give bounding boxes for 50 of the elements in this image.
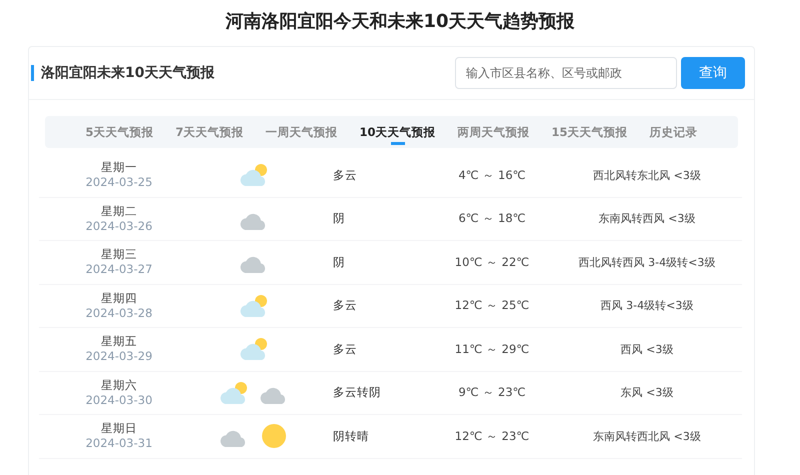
weather-text: 多云 <box>333 342 357 356</box>
temperature-range: 12℃ ～ 25℃ <box>454 298 530 312</box>
forecast-tab[interactable]: 历史记录 <box>642 116 706 148</box>
wind-text: 西北风转东北风 <3级 <box>593 168 701 182</box>
date: 2024-03-26 <box>86 218 152 234</box>
wind-text: 西北风转西风 3-4级转<3级 <box>578 256 716 269</box>
sun-behind-cloud-icon <box>239 292 269 319</box>
temperature-range: 6℃ ～ 18℃ <box>458 211 526 226</box>
temperature-range: 11℃ ～ 29℃ <box>454 342 530 356</box>
forecast-tab[interactable]: 7天天气预报 <box>167 116 252 148</box>
sun-behind-cloud-icon <box>239 162 269 188</box>
weather-text: 多云转阴 <box>333 385 381 400</box>
wind-text: 东风 <3级 <box>620 386 674 400</box>
date: 2024-03-28 <box>86 306 152 321</box>
weekday: 星期五 <box>101 334 137 350</box>
forecast-tab[interactable]: 两周天气预报 <box>450 116 538 148</box>
card-title: 洛阳宜阳未来10天天气预报 <box>31 65 214 81</box>
sun-behind-cloud-icon <box>239 336 269 362</box>
weekday: 星期六 <box>101 378 137 393</box>
wind-text: 西风 <3级 <box>620 342 674 356</box>
sun-icon <box>259 423 289 450</box>
temperature-range: 12℃ ～ 23℃ <box>454 428 530 443</box>
date: 2024-03-25 <box>86 175 152 190</box>
forecast-tab[interactable]: 5天天气预报 <box>77 116 162 148</box>
wind-text: 东南风转西风 <3级 <box>598 212 696 226</box>
weather-text: 阴 <box>333 254 345 269</box>
weekday: 星期二 <box>101 204 137 219</box>
wind-text: 东南风转西北风 <3级 <box>593 430 701 443</box>
weekday: 星期一 <box>101 160 137 176</box>
date: 2024-03-30 <box>86 392 152 408</box>
date: 2024-03-27 <box>86 262 152 278</box>
wind-text: 西风 3-4级转<3级 <box>600 299 694 312</box>
weather-text: 阴 <box>333 211 345 226</box>
weather-text: 多云 <box>333 298 357 312</box>
weather-text: 多云 <box>333 168 357 182</box>
temperature-range: 4℃ ～ 16℃ <box>458 168 526 182</box>
weekday: 星期三 <box>101 247 137 262</box>
weekday: 星期四 <box>101 290 137 306</box>
temperature-range: 9℃ ～ 23℃ <box>458 385 526 400</box>
weather-text: 阴转晴 <box>333 428 369 443</box>
forecast-tab[interactable]: 一周天气预报 <box>258 116 346 148</box>
search-field[interactable]: 输入市区县名称、区号或邮政 <box>455 57 677 89</box>
date: 2024-03-31 <box>86 436 152 452</box>
weekday: 星期日 <box>101 421 137 436</box>
date: 2024-03-29 <box>86 349 152 364</box>
page-title: 河南洛阳宜阳今天和未来10天天气趋势预报 <box>224 10 576 34</box>
forecast-tab[interactable]: 15天天气预报 <box>544 116 636 148</box>
temperature-range: 10℃ ～ 22℃ <box>454 254 530 269</box>
sun-behind-cloud-icon <box>219 380 249 406</box>
search-button[interactable]: 查询 <box>681 57 745 89</box>
